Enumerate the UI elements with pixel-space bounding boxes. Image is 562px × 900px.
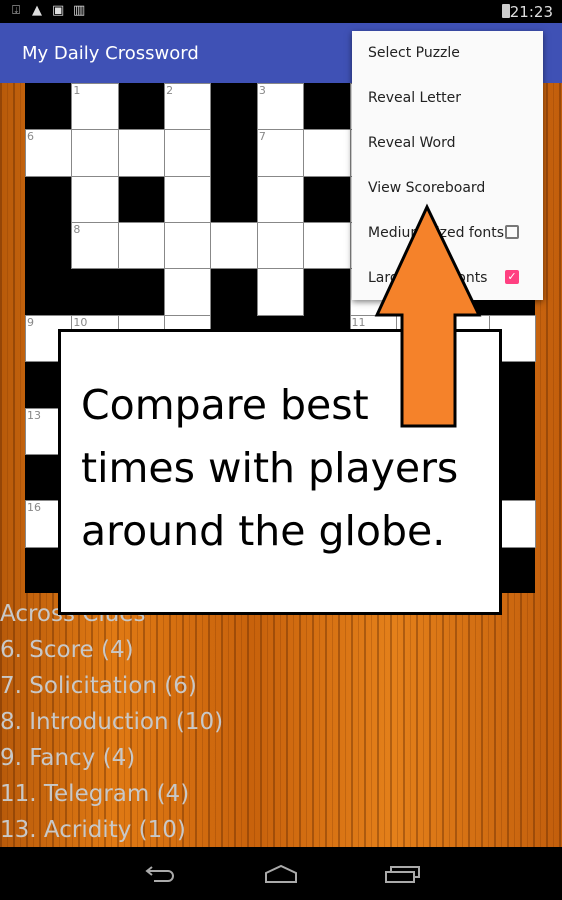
warning-icon: ▲ xyxy=(32,3,42,18)
callout-line: times with players xyxy=(81,444,459,492)
clue-number: 9 xyxy=(27,315,34,329)
callout-line: Compare best xyxy=(81,381,369,429)
callout-line: around the globe. xyxy=(81,507,446,555)
promo-callout: Compare best times with players around t… xyxy=(58,329,502,615)
grid-cell[interactable]: 6 xyxy=(25,129,73,177)
navigation-bar xyxy=(0,847,562,900)
menu-item-label: Reveal Word xyxy=(368,135,456,151)
menu-item-medium-fonts[interactable]: Medium sized fonts xyxy=(352,211,543,256)
menu-item-select-puzzle[interactable]: Select Puzzle xyxy=(352,31,543,76)
across-clues: Across Clues 6. Score (4) 7. Solicitatio… xyxy=(0,596,223,848)
download-icon: ⍗ xyxy=(12,3,20,18)
grid-cell[interactable] xyxy=(256,222,305,270)
recents-icon[interactable] xyxy=(382,859,422,889)
clue-item[interactable]: 9. Fancy (4) xyxy=(0,740,223,776)
menu-item-label: View Scoreboard xyxy=(368,180,486,196)
grid-cell[interactable] xyxy=(210,222,258,270)
grid-cell[interactable] xyxy=(303,222,351,270)
grid-cell[interactable]: 3 xyxy=(256,83,305,131)
image-icon: ▣ xyxy=(52,3,65,18)
barcode-icon: ▥ xyxy=(73,3,86,18)
grid-cell[interactable] xyxy=(256,175,305,224)
overflow-menu: Select Puzzle Reveal Letter Reveal Word … xyxy=(352,31,543,300)
grid-cell[interactable]: 8 xyxy=(71,222,119,270)
clue-number: 3 xyxy=(258,84,266,97)
clue-number: 8 xyxy=(73,223,81,237)
grid-cell[interactable] xyxy=(256,268,305,316)
grid-cell[interactable] xyxy=(71,175,119,224)
home-icon[interactable] xyxy=(261,859,301,889)
menu-item-label: Select Puzzle xyxy=(368,45,460,61)
grid-cell[interactable] xyxy=(164,175,212,224)
clue-number: 16 xyxy=(27,501,41,515)
back-icon[interactable] xyxy=(140,859,180,889)
grid-cell[interactable]: 7 xyxy=(256,129,305,177)
grid-cell[interactable] xyxy=(164,222,212,270)
menu-item-label: Medium sized fonts xyxy=(368,225,505,241)
menu-item-label: Large sized fonts xyxy=(368,270,488,286)
menu-item-reveal-word[interactable]: Reveal Word xyxy=(352,121,543,166)
medium-fonts-checkbox[interactable] xyxy=(505,225,519,239)
large-fonts-checkbox[interactable]: ✓ xyxy=(505,270,519,284)
clue-number: 6 xyxy=(27,130,34,144)
grid-cell[interactable] xyxy=(117,129,166,177)
menu-item-reveal-letter[interactable]: Reveal Letter xyxy=(352,76,543,121)
clock: 21:23 xyxy=(509,3,553,21)
clue-item[interactable]: 13. Acridity (10) xyxy=(0,812,223,848)
grid-cell[interactable] xyxy=(117,222,166,270)
clue-number: 10 xyxy=(73,315,88,329)
clue-number: 7 xyxy=(258,130,266,144)
clue-item[interactable]: 8. Introduction (10) xyxy=(0,704,223,740)
clue-item[interactable]: 7. Solicitation (6) xyxy=(0,668,223,704)
grid-cell[interactable]: 1 xyxy=(71,83,119,131)
clue-number: 13 xyxy=(27,408,41,422)
grid-cell[interactable] xyxy=(71,129,119,177)
clue-number: 2 xyxy=(166,84,174,97)
clue-item[interactable]: 6. Score (4) xyxy=(0,632,223,668)
app-title: My Daily Crossword xyxy=(22,43,199,64)
clue-item[interactable]: 11. Telegram (4) xyxy=(0,776,223,812)
grid-cell[interactable] xyxy=(303,129,351,177)
clue-number: 11 xyxy=(351,315,366,329)
status-bar: ⍗ ▲ ▣ ▥ 21:23 xyxy=(0,0,562,23)
clue-number: 1 xyxy=(73,84,81,97)
menu-item-view-scoreboard[interactable]: View Scoreboard xyxy=(352,166,543,211)
grid-cell[interactable] xyxy=(164,268,212,316)
menu-item-large-fonts[interactable]: Large sized fonts ✓ xyxy=(352,256,543,301)
menu-item-label: Reveal Letter xyxy=(368,90,462,106)
grid-cell[interactable]: 2 xyxy=(164,83,212,131)
grid-cell[interactable] xyxy=(164,129,212,177)
